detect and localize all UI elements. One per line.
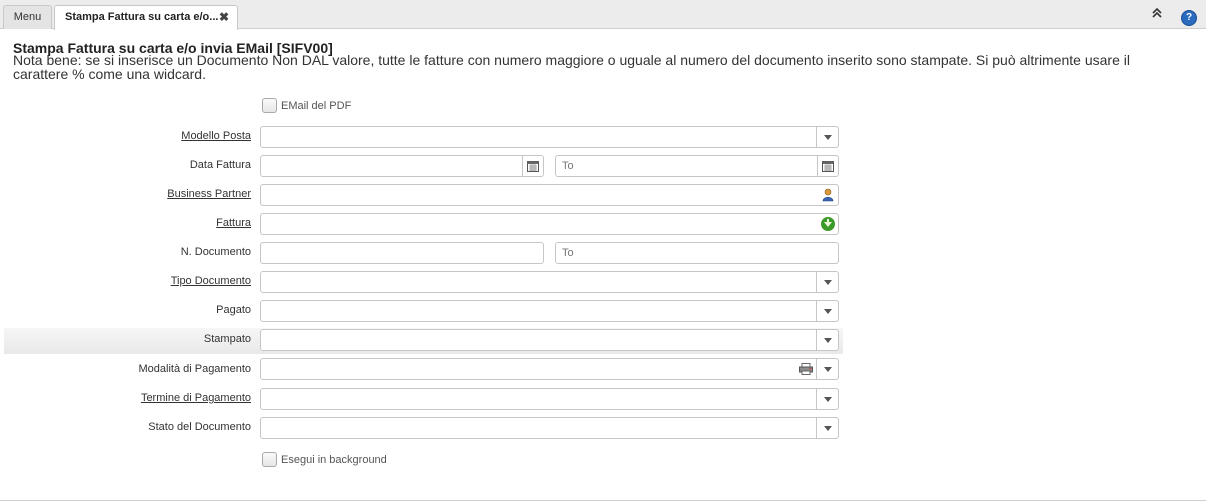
calendar-icon[interactable] [817,156,838,176]
modello-posta-label[interactable]: Modello Posta [181,130,251,142]
stampato-select[interactable] [260,329,839,351]
email-pdf-label: EMail del PDF [281,99,352,112]
chevron-down-icon[interactable] [816,359,838,379]
tipo-documento-select[interactable] [260,271,839,293]
close-icon[interactable]: ✖ [219,6,229,28]
tipo-documento-label[interactable]: Tipo Documento [171,275,251,287]
chevron-down-icon[interactable] [816,330,838,350]
email-pdf-row: EMail del PDF [262,98,351,113]
stato-documento-select[interactable] [260,417,839,439]
page-note: Nota bene: se si inserisce un Documento … [13,52,1130,82]
tab-stampa-fattura-label: Stampa Fattura su carta e/o... [65,11,219,23]
esegui-background-row: Esegui in background [262,452,387,467]
modalita-pagamento-label: Modalità di Pagamento [138,363,251,375]
fattura-label[interactable]: Fattura [216,217,251,229]
chevron-down-icon[interactable] [816,389,838,409]
printer-icon[interactable] [796,359,816,379]
n-documento-to-input[interactable]: To [555,242,839,264]
esegui-background-label: Esegui in background [281,453,387,466]
green-arrow-icon[interactable] [818,214,838,234]
n-documento-to-placeholder: To [562,247,574,259]
bottom-divider [0,500,1206,501]
stampato-label: Stampato [203,333,251,345]
business-partner-label[interactable]: Business Partner [167,188,251,200]
tab-bar: Menu Stampa Fattura su carta e/o... ✖ ? [0,0,1206,30]
person-icon[interactable] [818,185,838,205]
data-fattura-to-input[interactable]: To [555,155,839,177]
pagato-select[interactable] [260,300,839,322]
n-documento-label: N. Documento [180,246,251,258]
chevron-down-icon[interactable] [816,127,838,147]
chevron-down-icon[interactable] [816,272,838,292]
stato-documento-label: Stato del Documento [148,421,251,433]
help-icon[interactable]: ? [1181,10,1197,26]
chevron-down-icon[interactable] [816,418,838,438]
n-documento-from-input[interactable] [260,242,544,264]
calendar-icon[interactable] [522,156,543,176]
tab-stampa-fattura[interactable]: Stampa Fattura su carta e/o... ✖ [54,5,238,30]
termine-pagamento-label[interactable]: Termine di Pagamento [141,392,251,404]
tab-menu[interactable]: Menu [3,5,52,29]
business-partner-input[interactable] [260,184,839,206]
data-fattura-label: Data Fattura [189,159,251,171]
fattura-input[interactable] [260,213,839,235]
pagato-label: Pagato [216,304,251,316]
modello-posta-select[interactable] [260,126,839,148]
email-pdf-checkbox[interactable] [262,98,277,113]
data-fattura-to-placeholder: To [562,160,574,172]
collapse-icon[interactable] [1150,7,1164,22]
chevron-down-icon[interactable] [816,301,838,321]
esegui-background-checkbox[interactable] [262,452,277,467]
tab-menu-label: Menu [13,11,42,23]
data-fattura-from-input[interactable] [260,155,544,177]
modalita-pagamento-select[interactable] [260,358,839,380]
termine-pagamento-select[interactable] [260,388,839,410]
